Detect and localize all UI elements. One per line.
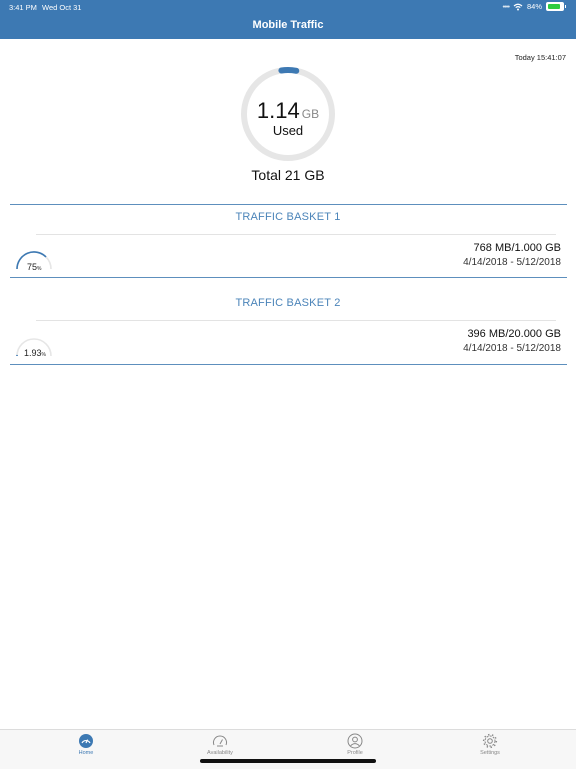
basket-1-percent-value: 75 (27, 262, 37, 272)
basket-1-percent-unit: % (37, 266, 41, 272)
status-time: 3:41 PM (9, 3, 37, 12)
cellular-dots-icon: •••• (502, 2, 509, 11)
tab-home[interactable]: Home (56, 733, 116, 756)
section-divider (10, 364, 567, 365)
home-indicator[interactable] (200, 759, 376, 763)
basket-2-percent: 1.93% (24, 348, 46, 358)
gauge-progress-arc (281, 70, 296, 71)
battery-tip (565, 5, 566, 8)
basket-1-usage: 768 MB/1.000 GB (474, 242, 561, 254)
page-title: Mobile Traffic (0, 19, 576, 31)
total-quota: Total 21 GB (0, 167, 576, 183)
last-updated-timestamp: Today 15:41:07 (515, 53, 566, 62)
used-label: Used (238, 124, 338, 138)
basket-1-percent: 75% (27, 262, 41, 272)
tab-settings-label: Settings (460, 750, 520, 756)
basket-1-dates: 4/14/2018 - 5/12/2018 (463, 257, 561, 268)
basket-2-percent-unit: % (42, 352, 46, 358)
battery-icon (546, 2, 564, 11)
gauge-readout: 1.14GB Used (238, 98, 338, 138)
basket-2-dates: 4/14/2018 - 5/12/2018 (463, 343, 561, 354)
used-unit: GB (302, 107, 319, 121)
tab-settings[interactable]: Settings (460, 733, 520, 756)
tab-availability[interactable]: Availability (190, 733, 250, 756)
tab-profile[interactable]: Profile (325, 733, 385, 756)
basket-title-2: TRAFFIC BASKET 2 (0, 297, 576, 309)
status-indicators: •••• 84% (502, 2, 566, 11)
section-divider (10, 277, 567, 278)
battery-fill (548, 4, 560, 9)
speedometer-icon (212, 733, 228, 749)
basket-title-divider (36, 234, 556, 235)
wifi-icon (513, 3, 523, 11)
home-gauge-icon (78, 733, 94, 749)
used-value: 1.14 (257, 98, 300, 123)
basket-title-divider (36, 320, 556, 321)
tab-bar: Home Availability Profile Settings (0, 729, 576, 769)
battery-percent: 84% (527, 2, 542, 11)
basket-title-1: TRAFFIC BASKET 1 (0, 211, 576, 223)
basket-2-usage: 396 MB/20.000 GB (467, 328, 561, 340)
tab-availability-label: Availability (190, 750, 250, 756)
person-icon (347, 733, 363, 749)
tab-home-label: Home (56, 750, 116, 756)
section-divider (10, 204, 567, 205)
basket-2-percent-value: 1.93 (24, 348, 42, 358)
tab-profile-label: Profile (325, 750, 385, 756)
gear-icon (482, 733, 498, 749)
status-date: Wed Oct 31 (42, 3, 81, 12)
navigation-header: 3:41 PM Wed Oct 31 •••• 84% Mobile Traff… (0, 0, 576, 39)
